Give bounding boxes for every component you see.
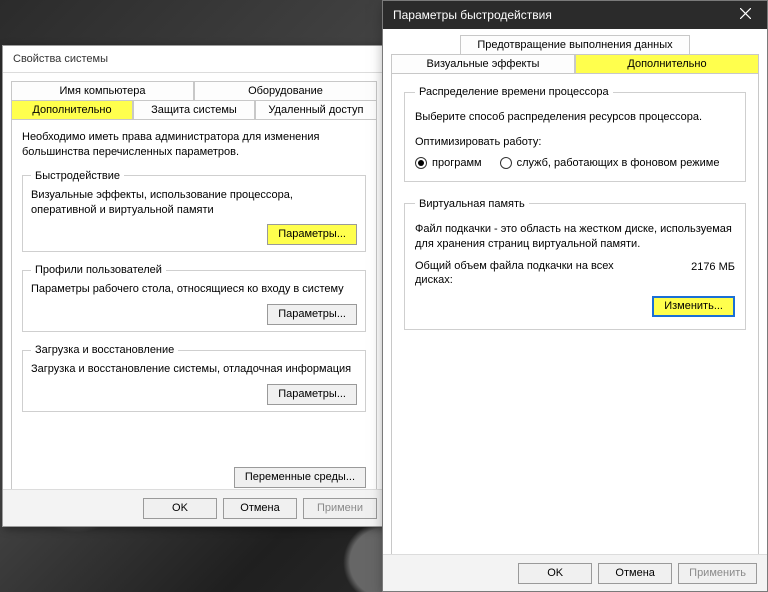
processor-scheduling-legend: Распределение времени процессора bbox=[415, 86, 613, 98]
close-icon bbox=[740, 8, 751, 22]
virtual-memory-group: Виртуальная память Файл подкачки - это о… bbox=[404, 198, 746, 330]
user-profiles-legend: Профили пользователей bbox=[31, 264, 166, 276]
performance-options-window: Параметры быстродействия Предотвращение … bbox=[382, 0, 768, 592]
cancel-button[interactable]: Отмена bbox=[223, 498, 297, 519]
radio-background-services[interactable]: служб, работающих в фоновом режиме bbox=[500, 157, 720, 169]
tab-computer-name[interactable]: Имя компьютера bbox=[11, 81, 194, 100]
performance-options-titlebar: Параметры быстродействия bbox=[383, 1, 767, 29]
system-properties-window: Свойства системы Имя компьютера Оборудов… bbox=[2, 45, 386, 527]
ok-button[interactable]: OK bbox=[518, 563, 592, 584]
radio-programs-label: программ bbox=[432, 157, 482, 169]
paging-file-total-value: 2176 МБ bbox=[691, 259, 735, 273]
performance-legend: Быстродействие bbox=[31, 170, 124, 182]
performance-options-title: Параметры быстродействия bbox=[393, 8, 552, 22]
radio-icon bbox=[415, 157, 427, 169]
performance-options-panel: Распределение времени процессора Выберит… bbox=[391, 73, 759, 573]
tab-advanced-perf[interactable]: Дополнительно bbox=[575, 54, 759, 73]
virtual-memory-legend: Виртуальная память bbox=[415, 198, 529, 210]
performance-options-tabs: Предотвращение выполнения данных Визуаль… bbox=[383, 29, 767, 73]
environment-variables-button[interactable]: Переменные среды... bbox=[234, 467, 366, 488]
tab-visual-effects[interactable]: Визуальные эффекты bbox=[391, 54, 575, 73]
tab-remote[interactable]: Удаленный доступ bbox=[255, 100, 377, 119]
apply-button[interactable]: Примени bbox=[303, 498, 377, 519]
system-properties-footer: OK Отмена Примени bbox=[3, 489, 385, 526]
startup-recovery-desc: Загрузка и восстановление системы, отлад… bbox=[31, 362, 357, 377]
change-virtual-memory-button[interactable]: Изменить... bbox=[652, 296, 735, 317]
paging-file-total-label: Общий объем файла подкачки на всех диска… bbox=[415, 259, 635, 289]
processor-scheduling-group: Распределение времени процессора Выберит… bbox=[404, 86, 746, 182]
tab-advanced[interactable]: Дополнительно bbox=[11, 100, 133, 119]
startup-recovery-group: Загрузка и восстановление Загрузка и вос… bbox=[22, 344, 366, 412]
performance-options-footer: OK Отмена Применить bbox=[383, 554, 767, 591]
close-button[interactable] bbox=[723, 1, 767, 29]
ok-button[interactable]: OK bbox=[143, 498, 217, 519]
virtual-memory-desc: Файл подкачки - это область на жестком д… bbox=[415, 222, 735, 253]
system-properties-title: Свойства системы bbox=[3, 46, 385, 73]
tab-system-protection[interactable]: Защита системы bbox=[133, 100, 255, 119]
radio-icon bbox=[500, 157, 512, 169]
performance-group: Быстродействие Визуальные эффекты, испол… bbox=[22, 170, 366, 253]
cancel-button[interactable]: Отмена bbox=[598, 563, 672, 584]
optimize-label: Оптимизировать работу: bbox=[415, 135, 735, 150]
admin-rights-note: Необходимо иметь права администратора дл… bbox=[22, 130, 366, 160]
system-properties-panel: Необходимо иметь права администратора дл… bbox=[11, 119, 377, 499]
performance-settings-button[interactable]: Параметры... bbox=[267, 224, 357, 245]
tab-hardware[interactable]: Оборудование bbox=[194, 81, 377, 100]
startup-recovery-settings-button[interactable]: Параметры... bbox=[267, 384, 357, 405]
user-profiles-group: Профили пользователей Параметры рабочего… bbox=[22, 264, 366, 332]
performance-desc: Визуальные эффекты, использование процес… bbox=[31, 188, 357, 218]
radio-services-label: служб, работающих в фоновом режиме bbox=[517, 157, 720, 169]
system-properties-tabs: Имя компьютера Оборудование Дополнительн… bbox=[11, 81, 377, 119]
processor-scheduling-desc: Выберите способ распределения ресурсов п… bbox=[415, 110, 735, 125]
user-profiles-settings-button[interactable]: Параметры... bbox=[267, 304, 357, 325]
apply-button[interactable]: Применить bbox=[678, 563, 757, 584]
startup-recovery-legend: Загрузка и восстановление bbox=[31, 344, 178, 356]
radio-programs[interactable]: программ bbox=[415, 157, 482, 169]
tab-dep[interactable]: Предотвращение выполнения данных bbox=[460, 35, 689, 54]
user-profiles-desc: Параметры рабочего стола, относящиеся ко… bbox=[31, 282, 357, 297]
